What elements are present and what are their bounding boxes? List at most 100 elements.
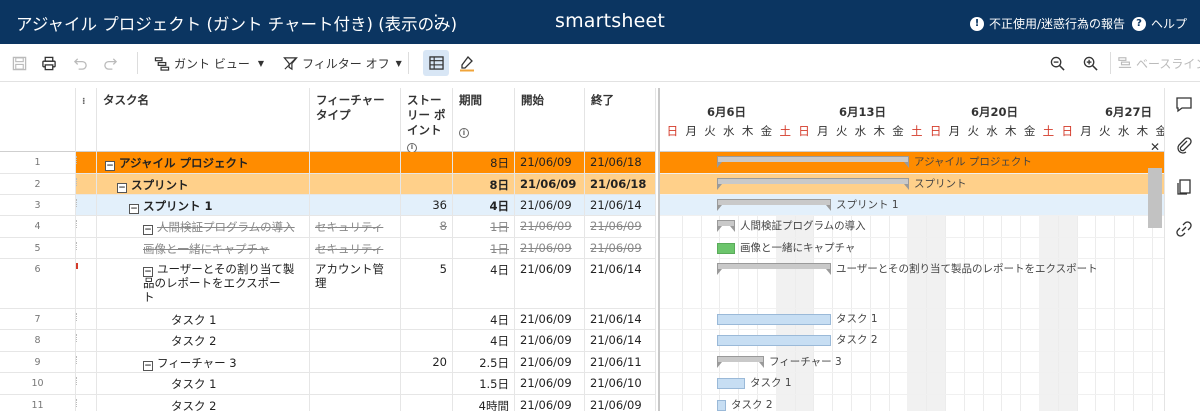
- table-row[interactable]: 11 タスク 2 4時間 21/06/09 21/06/09: [0, 395, 656, 411]
- feature-type-cell[interactable]: [310, 352, 401, 372]
- duration-cell[interactable]: 4日: [453, 195, 515, 215]
- collapse-icon[interactable]: −: [129, 204, 139, 214]
- collapse-icon[interactable]: −: [117, 183, 127, 193]
- duration-cell[interactable]: 1日: [453, 238, 515, 258]
- table-row[interactable]: 6 − ユーザーとその割り当て製 品のレポートをエクスポートアカウント管理 5 4日 21/…: [0, 259, 656, 309]
- end-date-cell[interactable]: 21/06/09: [585, 216, 656, 237]
- task-name-cell[interactable]: 画像と一緒にキャプチャ: [97, 238, 310, 258]
- end-date-cell[interactable]: 21/06/09: [585, 238, 656, 258]
- col-header-end[interactable]: 終了: [585, 88, 656, 152]
- end-date-cell[interactable]: 21/06/18: [585, 174, 656, 194]
- col-header-start[interactable]: 開始: [515, 88, 585, 152]
- start-date-cell[interactable]: 21/06/09: [515, 395, 585, 411]
- row-actions-header[interactable]: ⁝: [76, 88, 97, 152]
- end-date-cell[interactable]: 21/06/14: [585, 259, 656, 308]
- row-actions-cell[interactable]: [76, 238, 97, 258]
- gantt-bar[interactable]: [717, 199, 831, 211]
- gantt-bar[interactable]: [717, 314, 831, 325]
- feature-type-cell[interactable]: [310, 330, 401, 351]
- row-actions-cell[interactable]: [76, 259, 97, 308]
- story-points-cell[interactable]: [401, 373, 453, 394]
- start-date-cell[interactable]: 21/06/09: [515, 195, 585, 215]
- feature-type-cell[interactable]: [310, 309, 401, 329]
- grid-view-button[interactable]: [423, 50, 449, 76]
- gantt-bar[interactable]: [717, 178, 909, 190]
- table-row[interactable]: 8 タスク 2 4日 21/06/09 21/06/14: [0, 330, 656, 352]
- gantt-bar[interactable]: [717, 400, 726, 411]
- task-name-cell[interactable]: − ユーザーとその割り当て製 品のレポートをエクスポート: [97, 259, 310, 308]
- table-row[interactable]: 1 − アジャイル プロジェクト 8日 21/06/09 21/06/18: [0, 152, 656, 174]
- task-name-cell[interactable]: − スプリント: [97, 174, 310, 194]
- start-date-cell[interactable]: 21/06/09: [515, 259, 585, 308]
- gantt-bar[interactable]: [717, 263, 831, 275]
- row-actions-cell[interactable]: [76, 309, 97, 329]
- story-points-cell[interactable]: 36: [401, 195, 453, 215]
- gantt-bar[interactable]: [717, 220, 735, 232]
- gantt-bar[interactable]: [717, 156, 909, 168]
- start-date-cell[interactable]: 21/06/09: [515, 152, 585, 173]
- story-points-cell[interactable]: 20: [401, 352, 453, 372]
- row-actions-cell[interactable]: [76, 330, 97, 351]
- gantt-bar[interactable]: [717, 243, 735, 254]
- start-date-cell[interactable]: 21/06/09: [515, 216, 585, 237]
- end-date-cell[interactable]: 21/06/09: [585, 395, 656, 411]
- proofs-button[interactable]: [1175, 178, 1193, 199]
- start-date-cell[interactable]: 21/06/09: [515, 238, 585, 258]
- help-link[interactable]: ? ヘルプ: [1132, 15, 1187, 32]
- table-row[interactable]: 10 タスク 1 1.5日 21/06/09 21/06/10: [0, 373, 656, 395]
- vertical-scrollbar[interactable]: [1148, 168, 1162, 228]
- feature-type-cell[interactable]: [310, 152, 401, 173]
- print-button[interactable]: [41, 53, 57, 73]
- end-date-cell[interactable]: 21/06/11: [585, 352, 656, 372]
- table-row[interactable]: 4− 人間検証プログラムの導入 セキュリティ 8 1日 21/06/09 21/06/09: [0, 216, 656, 238]
- feature-type-cell[interactable]: [310, 373, 401, 394]
- duration-cell[interactable]: 4時間: [453, 395, 515, 411]
- gantt-bar[interactable]: [717, 378, 745, 389]
- duration-cell[interactable]: 2.5日: [453, 352, 515, 372]
- table-row[interactable]: 5 画像と一緒にキャプチャ セキュリティ 1日 21/06/09 21/06/09: [0, 238, 656, 259]
- story-points-cell[interactable]: [401, 174, 453, 194]
- table-row[interactable]: 7 タスク 1 4日 21/06/09 21/06/14: [0, 309, 656, 330]
- baseline-button[interactable]: ベースライン: [1118, 53, 1200, 73]
- task-name-cell[interactable]: タスク 1: [97, 309, 310, 329]
- sheet-menu-icon[interactable]: ⋮: [428, 11, 444, 30]
- col-header-task-name[interactable]: タスク名: [97, 88, 310, 152]
- start-date-cell[interactable]: 21/06/09: [515, 330, 585, 351]
- table-row[interactable]: 9 − フィーチャー 3 20 2.5日 21/06/09 21/06/11: [0, 352, 656, 373]
- feature-type-cell[interactable]: [310, 395, 401, 411]
- col-header-feature-type[interactable]: フィーチャー タイプ: [310, 88, 401, 152]
- story-points-cell[interactable]: [401, 309, 453, 329]
- undo-button[interactable]: [73, 53, 88, 73]
- duration-cell[interactable]: 4日: [453, 330, 515, 351]
- row-actions-cell[interactable]: [76, 195, 97, 215]
- filter-dropdown[interactable]: フィルター オフ ▼: [283, 53, 402, 73]
- highlight-changes-button[interactable]: [459, 53, 475, 73]
- row-actions-cell[interactable]: [76, 373, 97, 394]
- col-header-story-points[interactable]: ストー リー ポ イント i: [401, 88, 453, 153]
- feature-type-cell[interactable]: セキュリティ: [310, 216, 401, 237]
- collapse-icon[interactable]: −: [105, 161, 115, 171]
- redo-button[interactable]: [103, 53, 118, 73]
- story-points-cell[interactable]: 8: [401, 216, 453, 237]
- start-date-cell[interactable]: 21/06/09: [515, 309, 585, 329]
- feature-type-cell[interactable]: アカウント管理: [310, 259, 401, 308]
- start-date-cell[interactable]: 21/06/09: [515, 352, 585, 372]
- end-date-cell[interactable]: 21/06/10: [585, 373, 656, 394]
- feature-type-cell[interactable]: セキュリティ: [310, 238, 401, 258]
- duration-cell[interactable]: 1.5日: [453, 373, 515, 394]
- story-points-cell[interactable]: [401, 395, 453, 411]
- duration-cell[interactable]: 8日: [453, 152, 515, 173]
- collapse-icon[interactable]: −: [143, 361, 153, 371]
- end-date-cell[interactable]: 21/06/14: [585, 195, 656, 215]
- row-actions-cell[interactable]: [76, 395, 97, 411]
- end-date-cell[interactable]: 21/06/18: [585, 152, 656, 173]
- row-actions-cell[interactable]: [76, 352, 97, 372]
- table-row[interactable]: 3 − スプリント 1 36 4日 21/06/09 21/06/14: [0, 195, 656, 216]
- story-points-cell[interactable]: [401, 238, 453, 258]
- gantt-view-dropdown[interactable]: ガント ビュー ▼: [154, 53, 264, 73]
- zoom-in-button[interactable]: [1083, 53, 1098, 73]
- connections-button[interactable]: [1175, 220, 1193, 241]
- end-date-cell[interactable]: 21/06/14: [585, 309, 656, 329]
- report-abuse-link[interactable]: ! 不正使用/迷惑行為の報告: [970, 15, 1125, 32]
- gantt-bar[interactable]: [717, 335, 831, 346]
